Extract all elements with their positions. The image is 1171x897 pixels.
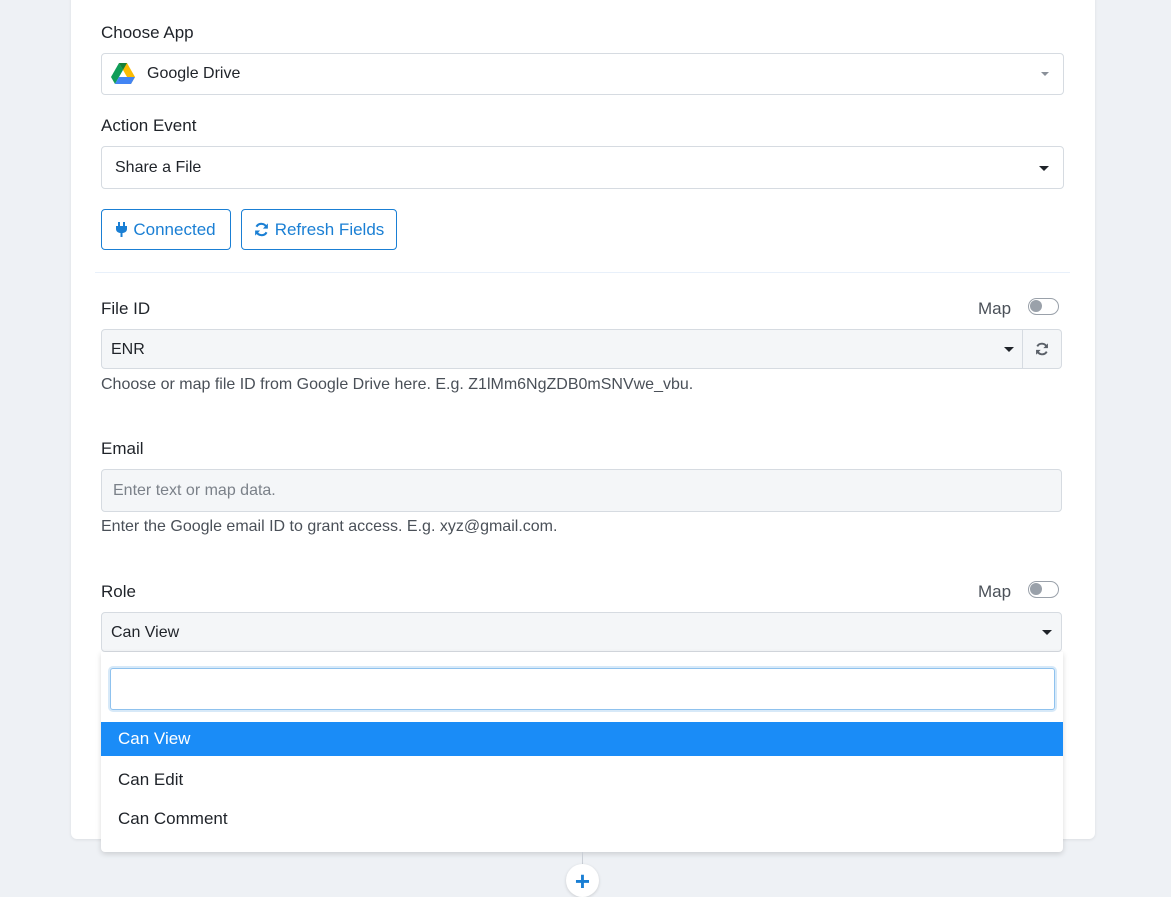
refresh-fields-button-label: Refresh Fields — [274, 219, 385, 239]
plug-icon — [116, 222, 128, 237]
chevron-down-icon — [1039, 166, 1049, 171]
email-help-text: Enter the Google email ID to grant acces… — [101, 518, 558, 535]
refresh-icon — [1035, 342, 1049, 356]
file-id-refresh-button[interactable] — [1023, 329, 1062, 369]
action-event-label: Action Event — [101, 116, 197, 135]
chevron-down-icon — [1042, 630, 1052, 635]
chevron-down-icon — [1041, 72, 1049, 76]
role-dropdown: Can View Can Edit Can Comment — [101, 652, 1063, 852]
role-map-label: Map — [978, 582, 1012, 601]
action-event-select[interactable]: Share a File — [101, 146, 1064, 189]
email-label: Email — [101, 439, 144, 458]
choose-app-label: Choose App — [101, 23, 194, 42]
refresh-icon — [254, 222, 269, 237]
role-select[interactable]: Can View — [101, 612, 1062, 652]
connected-button-label: Connected — [133, 219, 216, 239]
role-label: Role — [101, 582, 136, 601]
choose-app-value: Google Drive — [147, 65, 241, 82]
file-id-map-toggle[interactable] — [1028, 298, 1059, 315]
toggle-knob — [1030, 583, 1042, 595]
role-dropdown-search-input[interactable] — [110, 668, 1055, 710]
plus-icon: + — [574, 865, 591, 896]
role-option-can-edit[interactable]: Can Edit — [101, 763, 1063, 797]
file-id-label: File ID — [101, 299, 151, 318]
refresh-fields-button[interactable]: Refresh Fields — [241, 209, 397, 250]
chevron-down-icon — [1004, 347, 1014, 352]
file-id-value: ENR — [111, 341, 145, 358]
email-input[interactable] — [101, 469, 1062, 512]
role-value: Can View — [111, 624, 180, 641]
add-step-button[interactable]: + — [566, 864, 599, 897]
file-id-select[interactable]: ENR — [101, 329, 1023, 369]
connected-button[interactable]: Connected — [101, 209, 231, 250]
file-id-help-text: Choose or map file ID from Google Drive … — [101, 376, 694, 393]
toggle-knob — [1030, 300, 1042, 312]
role-option-can-comment[interactable]: Can Comment — [101, 802, 1063, 836]
action-event-value: Share a File — [115, 159, 202, 176]
choose-app-select[interactable]: Google Drive — [101, 53, 1064, 95]
role-map-toggle[interactable] — [1028, 581, 1059, 598]
google-drive-icon — [110, 62, 136, 86]
role-option-can-view[interactable]: Can View — [101, 722, 1063, 756]
file-id-map-label: Map — [978, 299, 1012, 318]
section-divider — [95, 272, 1070, 273]
